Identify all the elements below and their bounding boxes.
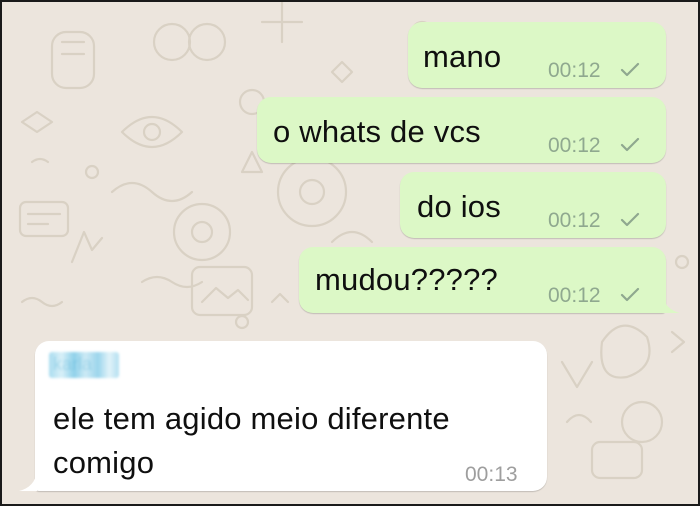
- bubble-tail: [19, 471, 37, 491]
- message-text: o whats de vcs: [273, 114, 481, 149]
- sender-name: karla: [53, 354, 93, 374]
- outgoing-message[interactable]: do ios 00:12: [400, 172, 666, 238]
- message-timestamp: 00:12: [548, 59, 601, 82]
- message-text-line-1: ele tem agido meio diferente: [53, 401, 450, 436]
- sent-check-icon: [620, 137, 640, 152]
- outgoing-message[interactable]: mano 00:12: [408, 22, 666, 88]
- sent-check-icon: [620, 287, 640, 302]
- message-timestamp: 00:12: [548, 284, 601, 307]
- chat-window: mano 00:12 o whats de vcs 00:12 do ios 0…: [0, 0, 700, 506]
- outgoing-message[interactable]: o whats de vcs 00:12: [257, 97, 666, 163]
- blurred-sender-name: karla: [49, 352, 119, 378]
- bubble-tail: [662, 293, 680, 313]
- message-text-line-2: comigo: [53, 445, 155, 480]
- sent-check-icon: [620, 62, 640, 77]
- sent-check-icon: [620, 212, 640, 227]
- message-timestamp: 00:12: [548, 134, 601, 157]
- message-text: mudou?????: [315, 262, 498, 297]
- message-text: mano: [423, 39, 502, 74]
- message-text: do ios: [417, 189, 501, 224]
- message-timestamp: 00:12: [548, 209, 601, 232]
- outgoing-message[interactable]: mudou????? 00:12: [299, 247, 666, 313]
- message-timestamp: 00:13: [465, 463, 518, 486]
- incoming-message[interactable]: karla ele tem agido meio diferente comig…: [35, 341, 547, 491]
